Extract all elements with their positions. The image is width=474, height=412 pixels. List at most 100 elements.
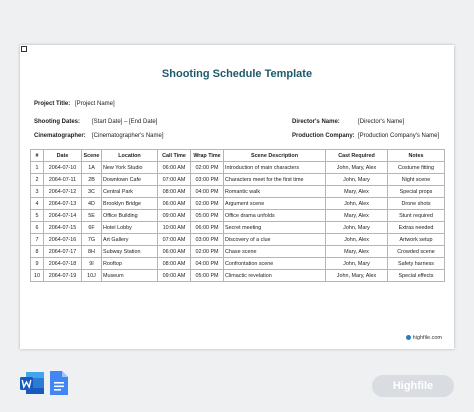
- column-header: Date: [43, 149, 82, 162]
- table-cell: Art Gallery: [101, 233, 158, 246]
- table-row: 8 2064-07-17 8H Subway Station 06:00 AM 02:00…: [30, 245, 445, 258]
- table-cell: 07:00 AM: [157, 233, 191, 246]
- column-header: Scene Description: [223, 149, 326, 162]
- column-header: Cast Required: [325, 149, 388, 162]
- table-cell: 05:00 PM: [190, 209, 224, 222]
- shooting-dates-label: Shooting Dates:: [34, 119, 80, 125]
- table-cell: Downtown Cafe: [101, 173, 158, 186]
- table-cell: Drone shots: [387, 197, 445, 210]
- table-cell: 4D: [81, 197, 102, 210]
- table-cell: 09:00 AM: [157, 209, 191, 222]
- table-cell: 02:00 PM: [190, 197, 224, 210]
- table-cell: Subway Station: [101, 245, 158, 258]
- table-cell: Museum: [101, 269, 158, 282]
- table-cell: 5E: [81, 209, 102, 222]
- table-cell: Safety harness: [387, 257, 445, 270]
- table-cell: 1A: [81, 161, 102, 174]
- table-cell: 10:00 AM: [157, 221, 191, 234]
- table-cell: 1: [30, 161, 44, 174]
- table-cell: Rooftop: [101, 257, 158, 270]
- table-cell: 2064-07-15: [43, 221, 82, 234]
- column-header: Call Time: [157, 149, 191, 162]
- cinematographer-label: Cinematographer:: [34, 133, 86, 139]
- table-cell: 2064-07-13: [43, 197, 82, 210]
- table-cell: Mary, Alex: [325, 185, 388, 198]
- table-cell: Office Building: [101, 209, 158, 222]
- table-cell: 9: [30, 257, 44, 270]
- table-cell: Secret meeting: [223, 221, 326, 234]
- director-value: [Director's Name]: [358, 119, 405, 125]
- table-cell: 08:00 AM: [157, 257, 191, 270]
- production-company-label: Production Company:: [292, 133, 355, 139]
- table-cell: 9I: [81, 257, 102, 270]
- table-row: 5 2064-07-14 5E Office Building 09:00 AM 05:0…: [30, 209, 445, 222]
- table-cell: Introduction of main characters: [223, 161, 326, 174]
- column-header: Scene: [81, 149, 102, 162]
- production-company-value: [Production Company's Name]: [358, 133, 440, 139]
- table-row: 4 2064-07-13 4D Brooklyn Bridge 06:00 AM 02:0…: [30, 197, 445, 210]
- table-cell: Mary, Alex: [325, 209, 388, 222]
- table-cell: 03:00 PM: [190, 173, 224, 186]
- table-cell: 2064-07-11: [43, 173, 82, 186]
- table-cell: 8: [30, 245, 44, 258]
- table-cell: Hotel Lobby: [101, 221, 158, 234]
- table-anchor-handle[interactable]: [21, 46, 27, 52]
- table-cell: 2064-07-16: [43, 233, 82, 246]
- table-row: 10 2064-07-19 10J Museum 09:00 AM 05:00 PM Cli…: [30, 269, 445, 282]
- google-docs-icon[interactable]: [49, 370, 69, 396]
- table-cell: 03:00 PM: [190, 233, 224, 246]
- table-cell: Special props: [387, 185, 445, 198]
- table-cell: Confrontation scene: [223, 257, 326, 270]
- highfile-logo-icon: [405, 335, 411, 341]
- brand-badge: Highfile: [372, 375, 454, 397]
- table-cell: Climactic revelation: [223, 269, 326, 282]
- table-header-row: # Date Scene Location Call Time Wrap Time Scen…: [30, 149, 445, 162]
- table-cell: Argument scene: [223, 197, 326, 210]
- table-cell: 2064-07-12: [43, 185, 82, 198]
- cinematographer-value: [Cinematographer's Name]: [92, 133, 164, 139]
- table-cell: 10J: [81, 269, 102, 282]
- table-cell: Chase scene: [223, 245, 326, 258]
- table-cell: 06:00 PM: [190, 221, 224, 234]
- table-cell: Night scene: [387, 173, 445, 186]
- table-cell: John, Mary: [325, 173, 388, 186]
- table-cell: Central Park: [101, 185, 158, 198]
- table-row: 6 2064-07-15 6F Hotel Lobby 10:00 AM 06:00 PM…: [30, 221, 445, 234]
- table-cell: 06:00 AM: [157, 245, 191, 258]
- table-cell: John, Mary: [325, 257, 388, 270]
- table-cell: Romantic walk: [223, 185, 326, 198]
- project-title-value: [Project Name]: [75, 101, 115, 107]
- document-page: Shooting Schedule Template Project Title…: [20, 45, 454, 349]
- word-icon[interactable]: [19, 370, 45, 396]
- table-cell: John, Alex: [325, 233, 388, 246]
- table-cell: 09:00 AM: [157, 269, 191, 282]
- director-label: Director's Name:: [292, 119, 340, 125]
- document-title: Shooting Schedule Template: [161, 68, 313, 80]
- table-row: 7 2064-07-16 7G Art Gallery 07:00 AM 03:00 PM…: [30, 233, 445, 246]
- table-cell: 02:00 PM: [190, 161, 224, 174]
- table-cell: Characters meet for the first time: [223, 173, 326, 186]
- column-header: Location: [101, 149, 158, 162]
- table-cell: 04:00 PM: [190, 185, 224, 198]
- shooting-dates-value: [Start Date] – [End Date]: [92, 119, 158, 125]
- table-cell: 2: [30, 173, 44, 186]
- table-cell: 2064-07-18: [43, 257, 82, 270]
- column-header: Wrap Time: [190, 149, 224, 162]
- table-cell: 7G: [81, 233, 102, 246]
- table-cell: 04:00 PM: [190, 257, 224, 270]
- table-cell: 6F: [81, 221, 102, 234]
- table-cell: 3C: [81, 185, 102, 198]
- table-cell: Special effects: [387, 269, 445, 282]
- table-row: 3 2064-07-12 3C Central Park 08:00 AM 04:00 P…: [30, 185, 445, 198]
- table-cell: 07:00 AM: [157, 173, 191, 186]
- table-cell: Artwork setup: [387, 233, 445, 246]
- table-cell: 2064-07-19: [43, 269, 82, 282]
- table-cell: Office drama unfolds: [223, 209, 326, 222]
- table-cell: 3: [30, 185, 44, 198]
- table-row: 9 2064-07-18 9I Rooftop 08:00 AM 04:00 PM Conf…: [30, 257, 445, 270]
- schedule-table: # Date Scene Location Call Time Wrap Time Scen…: [30, 149, 445, 282]
- table-cell: 2B: [81, 173, 102, 186]
- table-cell: 06:00 AM: [157, 197, 191, 210]
- table-cell: Crowded scene: [387, 245, 445, 258]
- table-cell: Mary, Alex: [325, 245, 388, 258]
